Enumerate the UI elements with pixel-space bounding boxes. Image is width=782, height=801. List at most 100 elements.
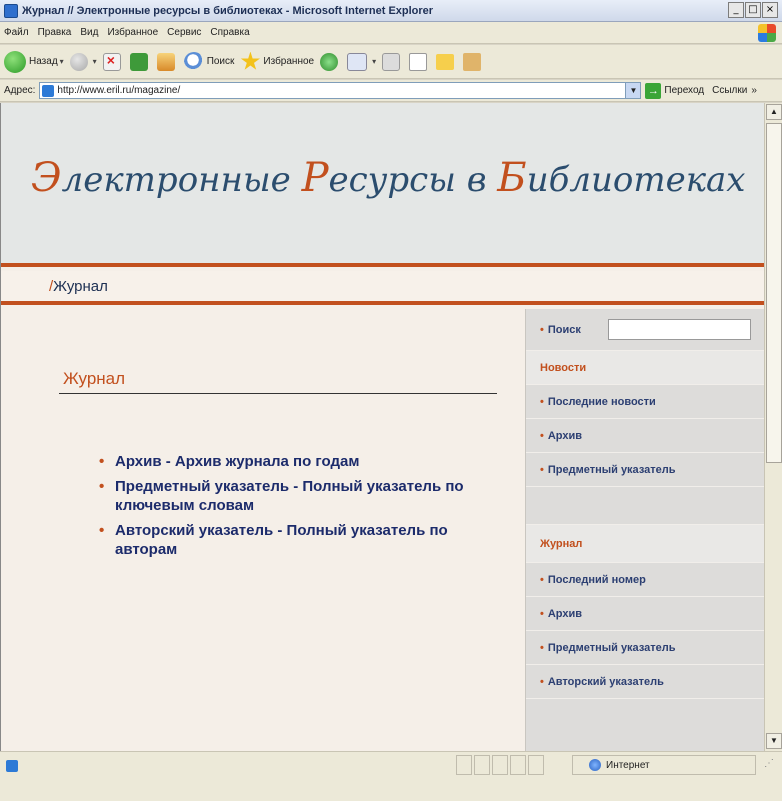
- site-title-cap: Р: [301, 155, 329, 201]
- messenger-icon: [463, 52, 482, 71]
- window-title: Журнал // Электронные ресурсы в библиоте…: [22, 4, 434, 17]
- address-url: http://www.eril.ru/magazine/: [57, 85, 181, 96]
- link-subject-index[interactable]: • Предметный указатель - Полный указател…: [99, 477, 499, 515]
- address-input[interactable]: http://www.eril.ru/magazine/ ▼: [39, 82, 642, 99]
- link-author-index-label: Авторский указатель - Полный указатель п…: [115, 522, 448, 558]
- mail-icon: [347, 52, 368, 71]
- sidebar-item-journal-subject-index[interactable]: • Предметный указатель: [526, 631, 764, 665]
- sidebar-item-latest-issue[interactable]: • Последний номер: [526, 563, 764, 597]
- media-button[interactable]: [320, 52, 341, 71]
- zone-label: Интернет: [606, 759, 650, 771]
- mail-button[interactable]: ▾: [347, 52, 377, 71]
- status-pane: [474, 755, 490, 775]
- sidebar-item-label: Последние новости: [547, 395, 656, 408]
- site-title[interactable]: Электронные Ресурсы в Библиотеках: [31, 155, 745, 201]
- sidebar-item-journal-author-index[interactable]: • Авторский указатель: [526, 665, 764, 699]
- status-panes: [456, 755, 544, 775]
- main-content: Журнал • Архив - Архив журнала по годам …: [1, 309, 525, 751]
- links-button[interactable]: Ссылки: [712, 85, 747, 96]
- chevron-down-icon[interactable]: ▼: [625, 83, 641, 98]
- resize-grip-icon[interactable]: ⋰: [764, 758, 774, 769]
- page-title: Журнал: [63, 369, 126, 388]
- sidebar-item-latest-news[interactable]: • Последние новости: [526, 385, 764, 419]
- menu-file[interactable]: Файл: [4, 27, 29, 38]
- site-title-cap: Б: [497, 155, 527, 201]
- status-pane: [510, 755, 526, 775]
- folder-button[interactable]: [436, 53, 457, 70]
- title-divider: [59, 393, 497, 394]
- sidebar-news-header: Новости: [526, 351, 764, 385]
- favorites-button[interactable]: Избранное: [240, 51, 315, 72]
- refresh-button[interactable]: [129, 52, 151, 71]
- print-button[interactable]: [382, 52, 403, 71]
- menu-view[interactable]: Вид: [80, 27, 98, 38]
- status-bar: Интернет ⋰: [0, 751, 782, 801]
- chevron-down-icon: ▾: [92, 57, 97, 66]
- search-label: Поиск: [206, 56, 235, 67]
- vertical-scrollbar[interactable]: ▲ ▼: [764, 103, 782, 751]
- journal-link-list: • Архив - Архив журнала по годам • Предм…: [99, 452, 499, 565]
- menu-bar: Файл Правка Вид Избранное Сервис Справка: [0, 22, 782, 44]
- close-button[interactable]: ×: [762, 2, 778, 18]
- menu-favorites[interactable]: Избранное: [107, 27, 158, 38]
- site-title-part: есурсы в: [328, 160, 498, 200]
- toolbar: Назад ▾ ▾ Поиск Избранное ▾: [0, 45, 782, 79]
- menu-edit[interactable]: Правка: [38, 27, 72, 38]
- bullet-icon: •: [540, 607, 544, 620]
- site-title-part: иблиотеках: [526, 160, 746, 200]
- link-archive-label: Архив - Архив журнала по годам: [115, 453, 360, 470]
- sidebar-item-journal-archive[interactable]: • Архив: [526, 597, 764, 631]
- favorites-label: Избранное: [263, 56, 315, 67]
- home-button[interactable]: [156, 52, 178, 71]
- scroll-up-button[interactable]: ▲: [766, 104, 782, 120]
- bullet-icon: •: [99, 478, 105, 495]
- globe-icon: [589, 759, 601, 771]
- messenger-button[interactable]: [463, 52, 484, 71]
- sidebar-item-news-subject-index[interactable]: • Предметный указатель: [526, 453, 764, 487]
- sidebar-item-label: Предметный указатель: [547, 641, 676, 654]
- sidebar-item-label: Архив: [547, 607, 583, 620]
- breadcrumb-current: Журнал: [53, 277, 108, 295]
- folder-icon: [436, 53, 455, 70]
- back-arrow-icon: [4, 50, 26, 73]
- link-author-index[interactable]: • Авторский указатель - Полный указатель…: [99, 521, 499, 559]
- sidebar: • Поиск Новости • Последние новости • Ар…: [525, 309, 764, 751]
- chevron-down-icon: ▾: [372, 57, 377, 66]
- maximize-button[interactable]: □: [745, 2, 761, 18]
- page-icon: [42, 84, 55, 97]
- site-header: Электронные Ресурсы в Библиотеках: [1, 103, 764, 267]
- stop-button[interactable]: [102, 52, 124, 71]
- bullet-icon: •: [540, 395, 544, 408]
- print-icon: [382, 52, 401, 71]
- bullet-icon: •: [99, 453, 105, 470]
- forward-arrow-icon: [69, 52, 88, 71]
- sidebar-item-news-archive[interactable]: • Архив: [526, 419, 764, 453]
- back-button[interactable]: Назад ▾: [4, 50, 64, 73]
- bullet-icon: •: [99, 522, 105, 539]
- link-archive[interactable]: • Архив - Архив журнала по годам: [99, 452, 499, 471]
- search-button[interactable]: Поиск: [183, 51, 235, 72]
- sidebar-item-label: Авторский указатель: [547, 675, 664, 688]
- scroll-down-button[interactable]: ▼: [766, 733, 782, 749]
- go-button[interactable]: → Переход: [645, 82, 705, 99]
- menu-help[interactable]: Справка: [210, 27, 249, 38]
- media-icon: [320, 52, 339, 71]
- link-subject-index-label: Предметный указатель - Полный указатель …: [115, 478, 464, 514]
- window-titlebar: Журнал // Электронные ресурсы в библиоте…: [0, 0, 782, 22]
- home-icon: [156, 52, 175, 71]
- search-input[interactable]: [608, 319, 751, 340]
- go-arrow-icon: →: [645, 82, 662, 99]
- site-title-cap: Э: [31, 155, 62, 201]
- bullet-icon: •: [540, 641, 544, 654]
- stop-icon: [102, 52, 121, 71]
- forward-button[interactable]: ▾: [69, 52, 97, 71]
- breadcrumb: / Журнал: [1, 271, 764, 305]
- minimize-button[interactable]: _: [728, 2, 744, 18]
- page-icon: [6, 760, 18, 772]
- sidebar-spacer: [526, 487, 764, 525]
- edit-button[interactable]: [409, 52, 430, 71]
- scroll-thumb[interactable]: [766, 123, 782, 463]
- menu-tools[interactable]: Сервис: [167, 27, 201, 38]
- go-label: Переход: [664, 85, 705, 96]
- chevron-right-icon[interactable]: »: [751, 85, 757, 96]
